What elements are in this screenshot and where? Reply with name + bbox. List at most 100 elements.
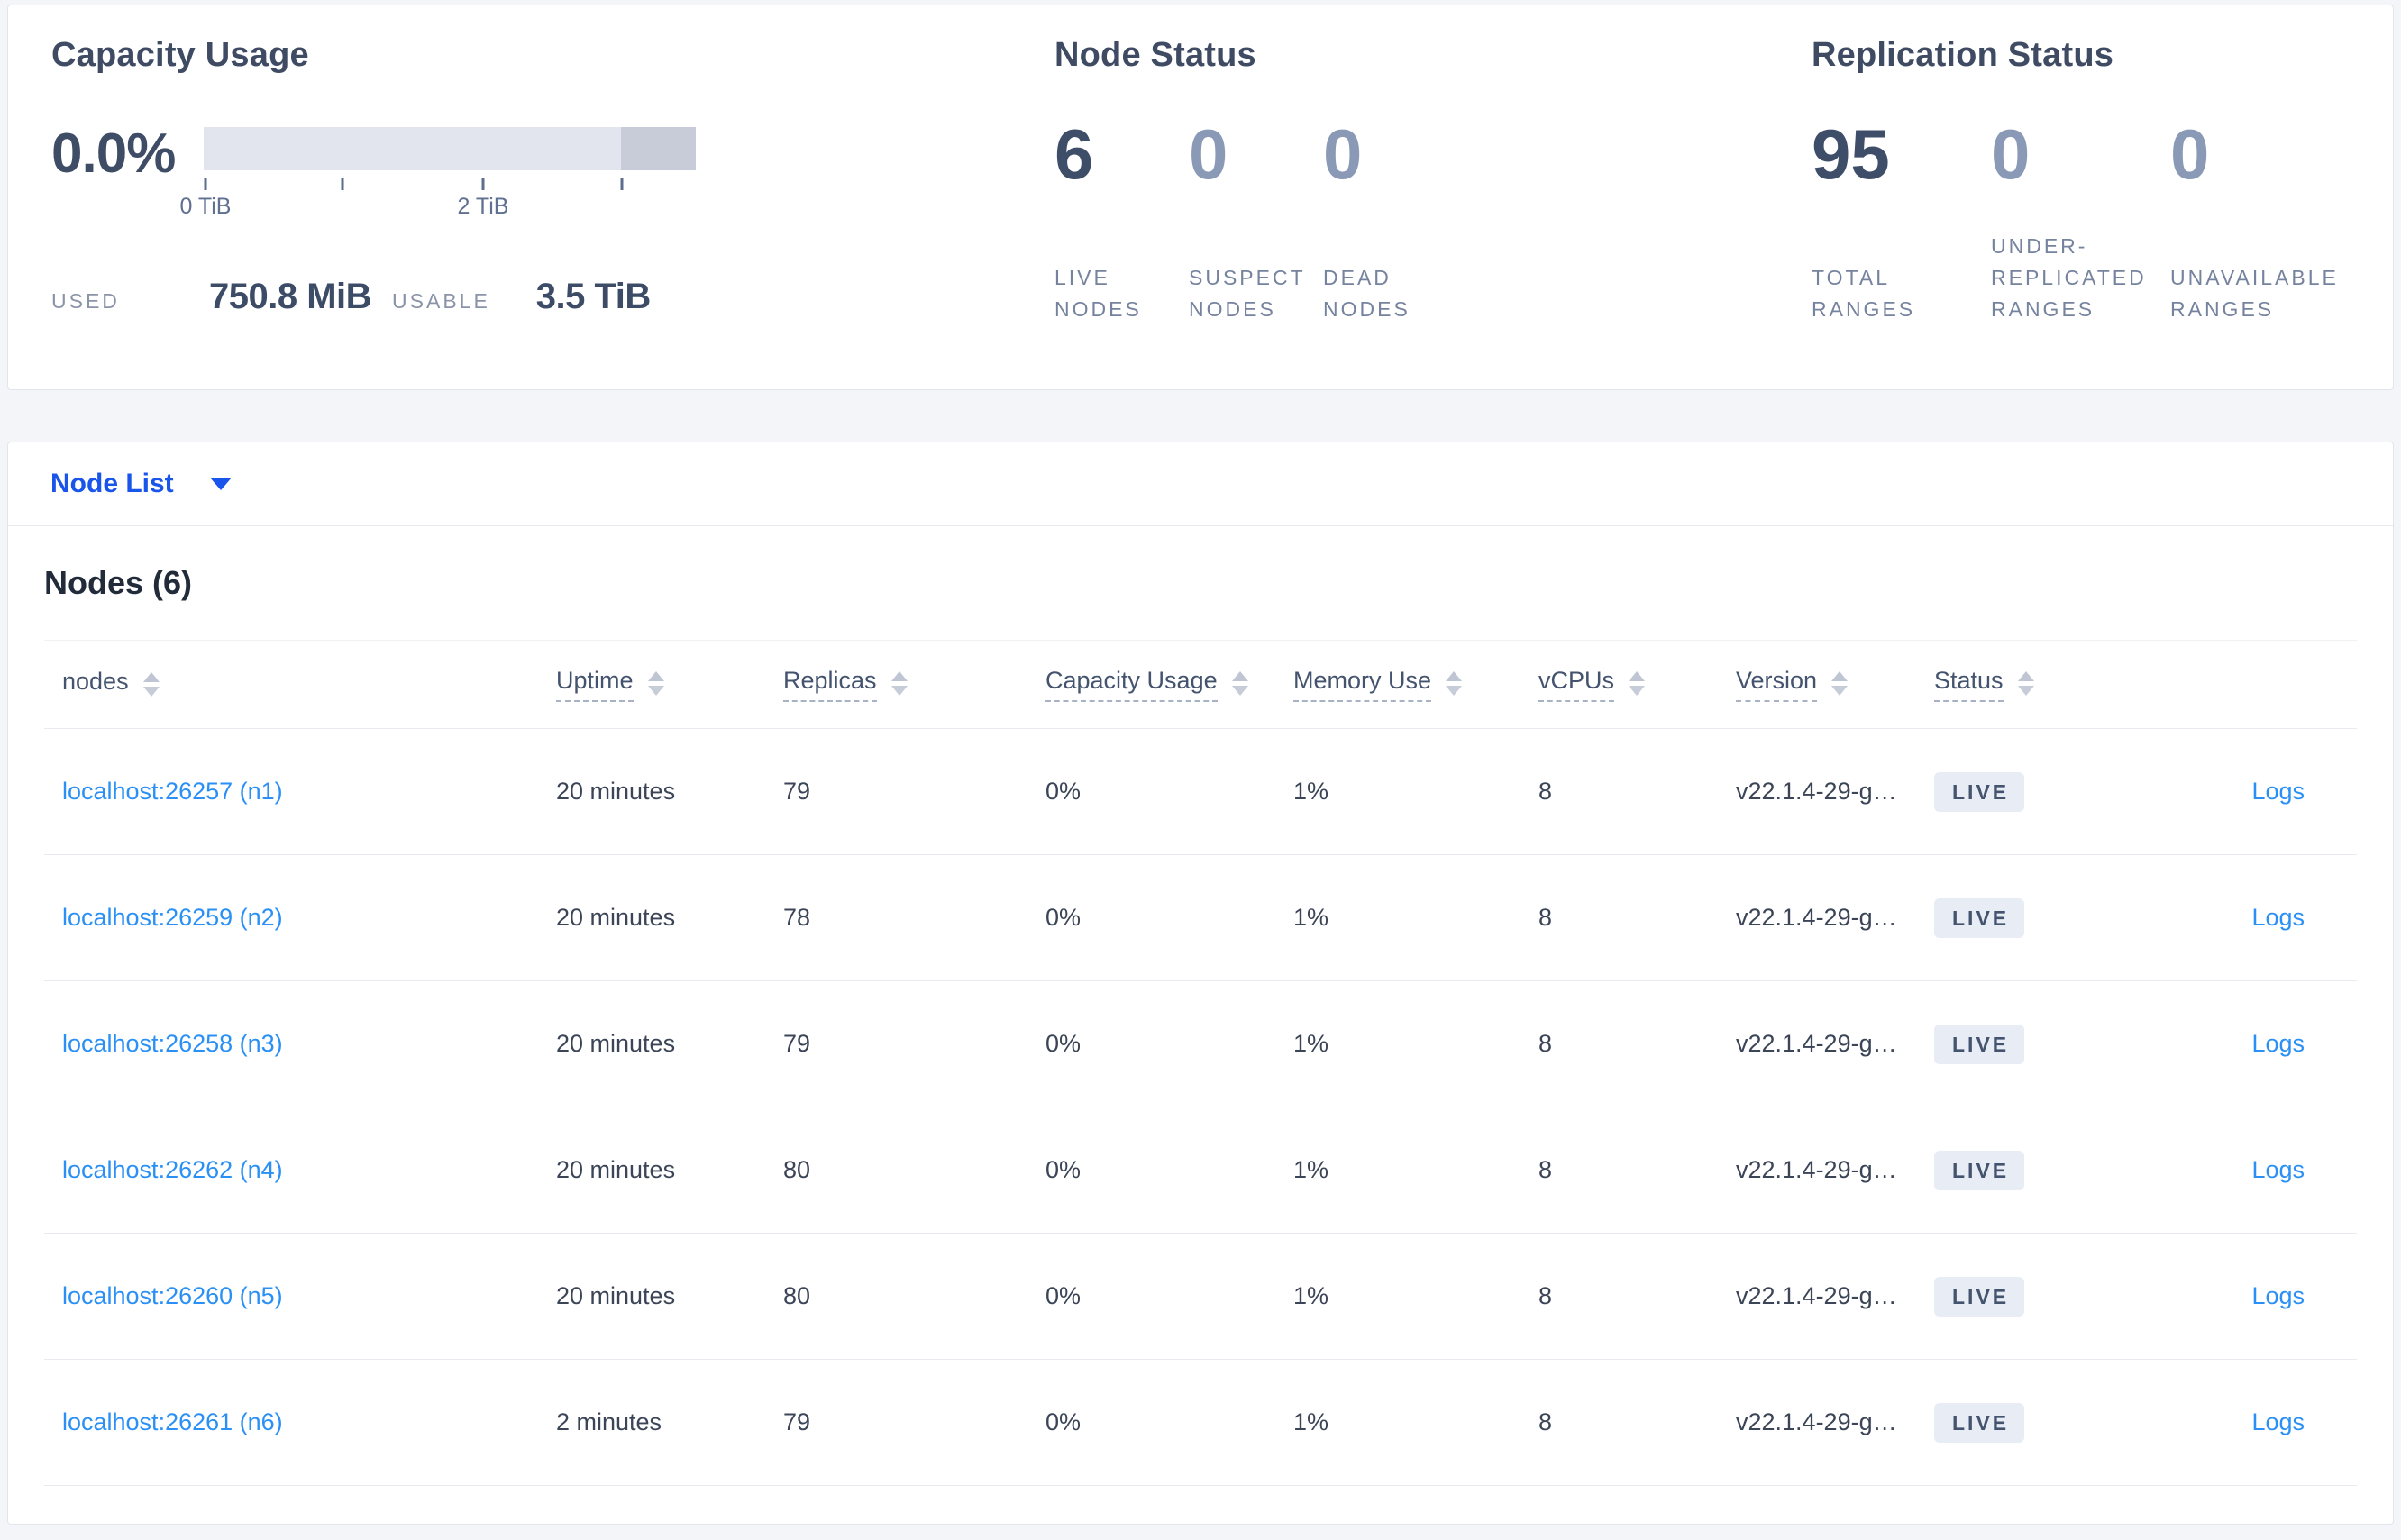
column-header-memory-use[interactable]: Memory Use [1293,667,1538,702]
capacity-usage-cell: 0% [1045,1030,1082,1057]
node-link[interactable]: localhost:26258 (n3) [62,1030,283,1057]
suspect-nodes-count: 0 [1189,114,1228,194]
column-header-vcpus[interactable]: vCPUs [1538,667,1736,702]
status-badge: LIVE [1934,1024,2025,1064]
nodes-table: nodes Uptime Replicas Capacity Usage Mem… [44,640,2357,1486]
tick-mark-3tib [620,178,624,190]
logs-link[interactable]: Logs [2251,778,2305,805]
uptime-cell: 2 minutes [556,1408,662,1435]
column-header-capacity-usage[interactable]: Capacity Usage [1045,667,1293,702]
tick-mark-1tib [341,178,344,190]
table-row: localhost:26257 (n1) 20 minutes 79 0% 1%… [44,729,2357,855]
capacity-bar-ticks [204,176,696,192]
memory-use-cell: 1% [1293,1282,1329,1309]
dead-nodes-label: DEAD NODES [1323,266,1410,321]
version-cell: v22.1.4-29-g… [1736,1408,1897,1435]
vcpus-cell: 8 [1538,1156,1553,1183]
total-ranges-count: 95 [1812,114,1890,194]
logs-link[interactable]: Logs [2251,1408,2305,1435]
table-row: localhost:26258 (n3) 20 minutes 79 0% 1%… [44,981,2357,1107]
chevron-down-icon [209,478,232,490]
replicas-cell: 79 [783,1030,811,1057]
table-row: localhost:26259 (n2) 20 minutes 78 0% 1%… [44,855,2357,981]
column-header-nodes[interactable]: nodes [44,668,556,701]
replicas-cell: 79 [783,778,811,805]
tick-mark-2tib [481,178,485,190]
node-list-card: Node List Nodes (6) nodes Uptime Replica… [7,442,2394,1525]
sort-icon [1629,671,1646,696]
live-nodes-label: LIVE NODES [1054,266,1142,321]
replicas-cell: 80 [783,1156,811,1183]
tick-label-0tib: 0 TiB [179,194,232,219]
column-header-status[interactable]: Status [1934,667,2119,702]
status-badge: LIVE [1934,1150,2025,1190]
capacity-bar-track [204,127,696,170]
tick-label-2tib: 2 TiB [457,194,509,219]
version-cell: v22.1.4-29-g… [1736,1156,1897,1183]
vcpus-cell: 8 [1538,778,1553,805]
table-row: localhost:26260 (n5) 20 minutes 80 0% 1%… [44,1234,2357,1360]
suspect-nodes-stat: 0 SUSPECT NODES [1189,116,1323,325]
sort-icon [890,671,908,696]
table-header-row: nodes Uptime Replicas Capacity Usage Mem… [44,640,2357,729]
capacity-usage-bar: 0 TiB 2 TiB [180,122,696,221]
logs-link[interactable]: Logs [2251,1156,2305,1183]
sort-icon [1831,671,1849,696]
under-replicated-ranges-count: 0 [1991,114,2031,194]
uptime-cell: 20 minutes [556,1030,676,1057]
version-cell: v22.1.4-29-g… [1736,904,1897,931]
unavailable-ranges-count: 0 [2170,114,2210,194]
node-link[interactable]: localhost:26262 (n4) [62,1156,283,1183]
version-cell: v22.1.4-29-g… [1736,1030,1897,1057]
capacity-bar-reserved-segment [621,127,696,170]
logs-link[interactable]: Logs [2251,904,2305,931]
column-header-replicas[interactable]: Replicas [783,667,1045,702]
suspect-nodes-label: SUSPECT NODES [1189,266,1306,321]
node-link[interactable]: localhost:26260 (n5) [62,1282,283,1309]
cluster-summary-card: Capacity Usage 0.0% 0 TiB 2 TiB USED 750… [7,5,2394,390]
used-value: 750.8 MiB [209,277,372,316]
table-row: localhost:26262 (n4) 20 minutes 80 0% 1%… [44,1107,2357,1234]
capacity-usage-cell: 0% [1045,778,1082,805]
logs-link[interactable]: Logs [2251,1030,2305,1057]
memory-use-cell: 1% [1293,1156,1329,1183]
version-cell: v22.1.4-29-g… [1736,778,1897,805]
node-list-dropdown-label: Node List [50,469,174,498]
replicas-cell: 79 [783,1408,811,1435]
capacity-usage-cell: 0% [1045,1156,1082,1183]
node-status-panel: Node Status 6 LIVE NODES 0 SUSPECT NODES… [1054,36,1812,389]
used-label: USED [51,289,120,313]
node-link[interactable]: localhost:26259 (n2) [62,904,283,931]
capacity-usage-cell: 0% [1045,1408,1082,1435]
sort-icon [2017,671,2034,696]
memory-use-cell: 1% [1293,1030,1329,1057]
logs-link[interactable]: Logs [2251,1282,2305,1309]
usable-value: 3.5 TiB [535,277,651,316]
live-nodes-stat: 6 LIVE NODES [1054,116,1189,325]
capacity-usage-title: Capacity Usage [51,36,309,74]
capacity-usage-cell: 0% [1045,1282,1082,1309]
replicas-cell: 80 [783,1282,811,1309]
node-link[interactable]: localhost:26261 (n6) [62,1408,283,1435]
column-header-uptime[interactable]: Uptime [556,667,783,702]
under-replicated-ranges-label: UNDER-REPLICATED RANGES [1991,234,2147,321]
unavailable-ranges-label: UNAVAILABLE RANGES [2170,266,2339,321]
status-badge: LIVE [1934,898,2025,938]
uptime-cell: 20 minutes [556,778,676,805]
column-header-version[interactable]: Version [1736,667,1934,702]
node-link[interactable]: localhost:26257 (n1) [62,778,283,805]
node-list-dropdown[interactable]: Node List [8,442,2393,526]
uptime-cell: 20 minutes [556,904,676,931]
under-replicated-ranges-stat: 0 UNDER-REPLICATED RANGES [1991,116,2170,325]
sort-icon [142,672,160,697]
replication-status-panel: Replication Status 95 TOTAL RANGES 0 UND… [1812,36,2351,389]
nodes-count-heading: Nodes (6) [44,564,193,601]
status-badge: LIVE [1934,1276,2025,1317]
vcpus-cell: 8 [1538,904,1553,931]
sort-icon [1446,671,1463,696]
total-ranges-label: TOTAL RANGES [1812,266,1916,321]
usable-label: USABLE [392,289,490,313]
total-ranges-stat: 95 TOTAL RANGES [1812,116,1991,325]
capacity-usage-cell: 0% [1045,904,1082,931]
node-status-title: Node Status [1054,36,1256,74]
